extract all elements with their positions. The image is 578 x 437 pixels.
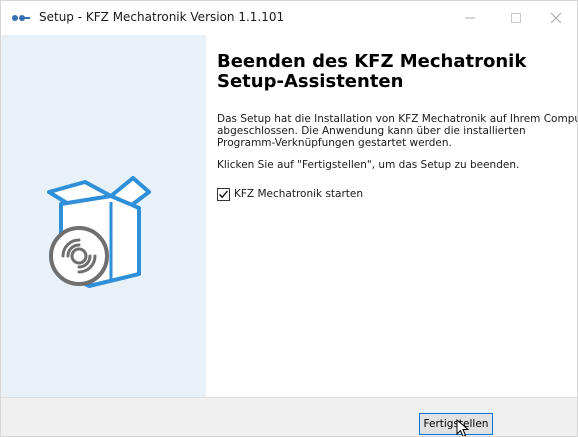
finish-instruction-text: Klicken Sie auf "Fertigstellen", um das … (217, 159, 520, 171)
software-box-cd-icon (47, 176, 151, 288)
completion-paragraph: Das Setup hat die Installation von KFZ M… (217, 113, 578, 149)
minimize-button[interactable] (447, 1, 493, 35)
wizard-sidebar (1, 35, 206, 397)
page-title: Beenden des KFZ Mechatronik Setup-Assist… (217, 52, 557, 92)
window-title: Setup - KFZ Mechatronik Version 1.1.101 (39, 10, 285, 24)
finish-instruction: Klicken Sie auf "Fertigstellen", um das … (217, 159, 519, 171)
completion-line-3: Programm-Verknüpfungen gestartet werden. (217, 137, 452, 149)
wizard-content: Beenden des KFZ Mechatronik Setup-Assist… (217, 35, 577, 395)
completion-line-1: Das Setup hat die Installation von KFZ M… (217, 113, 578, 125)
close-icon (550, 12, 562, 24)
page-title-line-2: Setup-Assistenten (217, 71, 404, 92)
page-title-line-1: Beenden des KFZ Mechatronik (217, 51, 527, 72)
app-icon (12, 15, 30, 21)
launch-app-checkbox[interactable] (217, 188, 230, 201)
close-button[interactable] (533, 1, 577, 35)
setup-window: Setup - KFZ Mechatronik Version 1.1.101 (0, 0, 578, 437)
title-bar[interactable]: Setup - KFZ Mechatronik Version 1.1.101 (1, 1, 577, 35)
checkmark-icon (219, 190, 228, 199)
launch-app-label[interactable]: KFZ Mechatronik starten (234, 188, 363, 200)
completion-line-2: abgeschlossen. Die Anwendung kann über d… (217, 125, 526, 137)
button-bar: Fertigstellen (1, 397, 577, 436)
minimize-icon (465, 17, 475, 19)
mouse-pointer-icon (456, 419, 470, 436)
